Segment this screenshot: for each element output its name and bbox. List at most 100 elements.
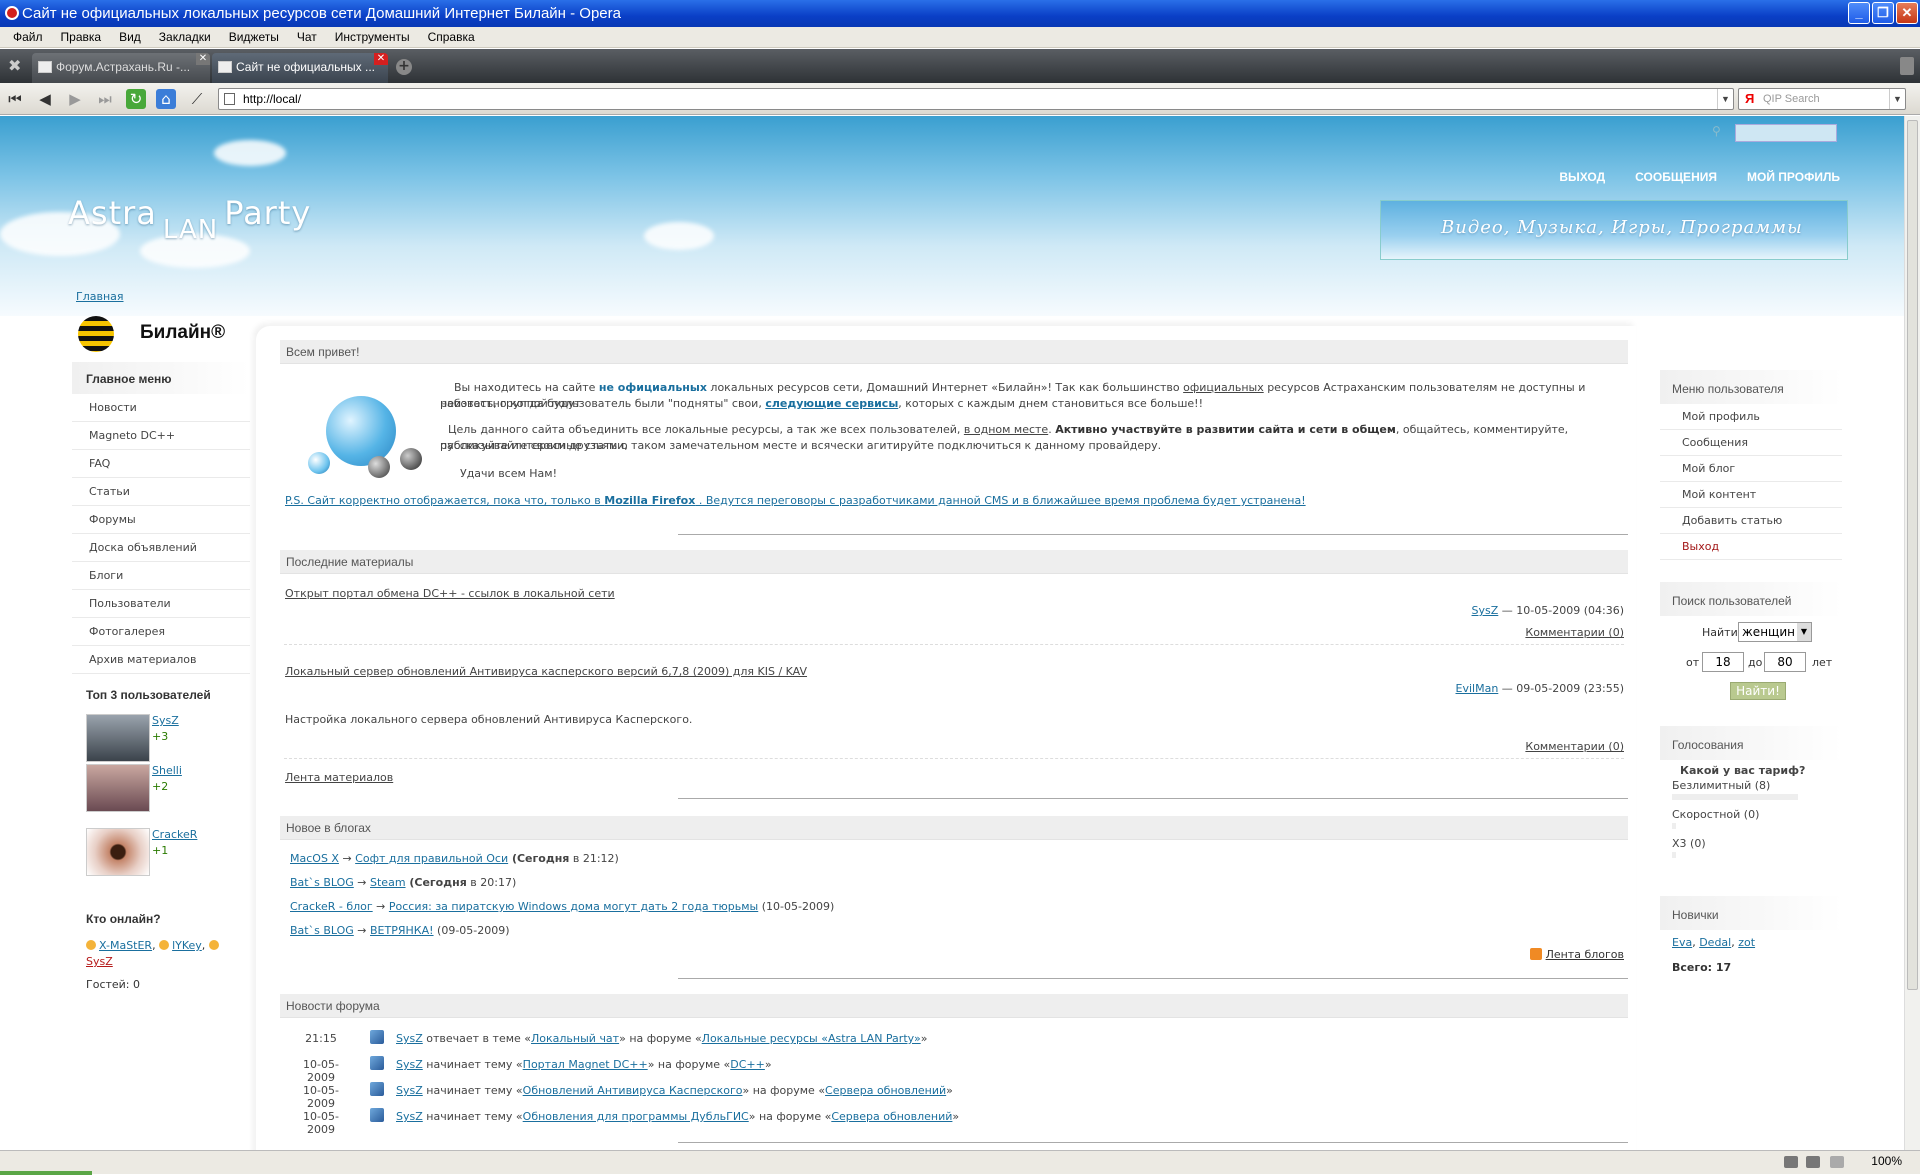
avatar[interactable] [86,828,150,876]
forum-user-link[interactable]: SysZ [396,1058,423,1071]
menu-bookmarks[interactable]: Закладки [150,30,220,44]
avatar[interactable] [86,714,150,762]
menu-file[interactable]: Файл [4,30,52,44]
gender-select[interactable]: женщин ▼ [1738,622,1812,642]
poll-option[interactable]: X3 (0) [1672,837,1842,850]
materials-feed-link[interactable]: Лента материалов [285,770,393,786]
menu-item-blogs[interactable]: Блоги [72,562,250,590]
top-user-name[interactable]: Shelli [152,764,182,777]
forum-link[interactable]: DC++ [730,1058,765,1071]
age-from-input[interactable]: 18 [1702,652,1744,672]
menu-item-forums[interactable]: Форумы [72,506,250,534]
tools-icon[interactable]: ✖ [8,57,26,75]
menu-item-archive[interactable]: Архив материалов [72,646,250,674]
blogs-feed-link[interactable]: Лента блогов [1546,948,1624,961]
tab-site[interactable]: Сайт не официальных ... ✕ [212,53,388,83]
menu-item-gallery[interactable]: Фотогалерея [72,618,250,646]
menu-item-faq[interactable]: FAQ [72,450,250,478]
forum-topic-link[interactable]: Обновлений Антивируса Касперского [523,1084,743,1097]
blog-post-link[interactable]: ВЕТРЯНКА! [370,924,434,937]
nav-profile[interactable]: МОЙ ПРОФИЛЬ [1747,170,1840,184]
forum-link[interactable]: Сервера обновлений [825,1084,946,1097]
rewind-icon[interactable]: ⏮ [4,88,26,110]
breadcrumb[interactable]: Главная [76,290,124,303]
forward-icon[interactable]: ▶ [64,88,86,110]
minimize-button[interactable]: _ [1848,2,1870,24]
blog-post-link[interactable]: Россия: за пиратскую Windows дома могут … [389,900,758,913]
maximize-button[interactable]: ❐ [1872,2,1894,24]
menu-widgets[interactable]: Виджеты [220,30,288,44]
menu-tools[interactable]: Инструменты [326,30,419,44]
close-button[interactable]: ✕ [1896,2,1918,24]
age-to-input[interactable]: 80 [1764,652,1806,672]
user-menu-messages[interactable]: Сообщения [1660,430,1842,456]
beeline-logo[interactable]: Билайн® [76,314,236,354]
user-menu-profile[interactable]: Мой профиль [1660,404,1842,430]
user-menu-content[interactable]: Мой контент [1660,482,1842,508]
article-comments-link[interactable]: Комментарии (0) [1525,740,1624,753]
article-author[interactable]: SysZ [1472,604,1499,617]
poll-option[interactable]: Скоростной (0) [1672,808,1842,821]
menu-chat[interactable]: Чат [288,30,326,44]
online-user[interactable]: lYKey [172,939,202,952]
site-search-input[interactable] [1735,124,1837,142]
chevron-down-icon[interactable]: ▼ [1889,89,1905,109]
zoom-level[interactable]: 100% [1871,1154,1902,1168]
vertical-scrollbar[interactable] [1904,116,1920,1150]
tab-close-icon[interactable]: ✕ [196,53,210,65]
ps-note[interactable]: P.S. Сайт корректно отображается, пока ч… [285,493,1306,509]
search-input[interactable]: Я QIP Search ▼ [1738,88,1906,110]
forum-topic-link[interactable]: Портал Magnet DC++ [523,1058,648,1071]
find-button[interactable]: Найти! [1730,682,1786,700]
back-icon[interactable]: ◀ [34,88,56,110]
blog-post-link[interactable]: Софт для правильной Оси [355,852,508,865]
forum-user-link[interactable]: SysZ [396,1032,423,1045]
forum-topic-link[interactable]: Локальный чат [531,1032,619,1045]
wand-icon[interactable]: ⟋ [186,88,208,110]
blog-link[interactable]: Bat`s BLOG [290,924,354,937]
forum-link[interactable]: Сервера обновлений [831,1110,952,1123]
poll-option[interactable]: Безлимитный (8) [1672,779,1842,792]
menu-item-users[interactable]: Пользователи [72,590,250,618]
site-banner[interactable]: Видео, Музыка, Игры, Программы [1380,200,1848,260]
menu-view[interactable]: Вид [110,30,150,44]
forum-user-link[interactable]: SysZ [396,1084,423,1097]
forum-topic-link[interactable]: Обновления для программы ДубльГИС [523,1110,749,1123]
site-logo[interactable]: Astra LAN Party [68,194,311,245]
online-user[interactable]: X-MaStER [99,939,152,952]
avatar[interactable] [86,764,150,812]
article-comments-link[interactable]: Комментарии (0) [1525,626,1624,639]
user-menu-logout[interactable]: Выход [1660,534,1842,560]
services-link[interactable]: следующие сервисы [765,397,898,410]
camera-icon[interactable] [1806,1156,1820,1168]
menu-help[interactable]: Справка [419,30,484,44]
newbie-link[interactable]: Dedal [1699,936,1731,949]
nav-messages[interactable]: СООБЩЕНИЯ [1635,170,1717,184]
top-user-name[interactable]: CrackeR [152,828,197,841]
newbie-link[interactable]: Eva [1672,936,1692,949]
trash-icon[interactable] [1900,57,1914,75]
forum-link[interactable]: Локальные ресурсы «Astra LAN Party» [702,1032,921,1045]
article-title-link[interactable]: Локальный сервер обновлений Антивируса к… [285,664,807,680]
blog-link[interactable]: Bat`s BLOG [290,876,354,889]
blog-link[interactable]: MacOS X [290,852,339,865]
new-tab-icon[interactable]: + [396,59,412,75]
menu-item-articles[interactable]: Статьи [72,478,250,506]
chevron-down-icon[interactable]: ▼ [1717,89,1733,109]
panel-icon[interactable] [1784,1156,1798,1168]
user-menu-blog[interactable]: Мой блог [1660,456,1842,482]
blog-link[interactable]: CrackeR - блог [290,900,373,913]
forum-user-link[interactable]: SysZ [396,1110,423,1123]
scrollbar-thumb[interactable] [1907,120,1918,990]
fast-forward-icon[interactable]: ⏭ [94,88,116,110]
reload-icon[interactable]: ↻ [126,89,146,109]
top-user-name[interactable]: SysZ [152,714,179,727]
article-author[interactable]: EvilMan [1456,682,1499,695]
tab-forum[interactable]: Форум.Астрахань.Ru -... ✕ [32,53,210,83]
nav-logout[interactable]: ВЫХОД [1559,170,1605,184]
online-user[interactable]: SysZ [86,955,113,968]
tab-close-icon[interactable]: ✕ [374,53,388,65]
blog-post-link[interactable]: Steam [370,876,406,889]
menu-edit[interactable]: Правка [52,30,111,44]
newbie-link[interactable]: zot [1738,936,1755,949]
